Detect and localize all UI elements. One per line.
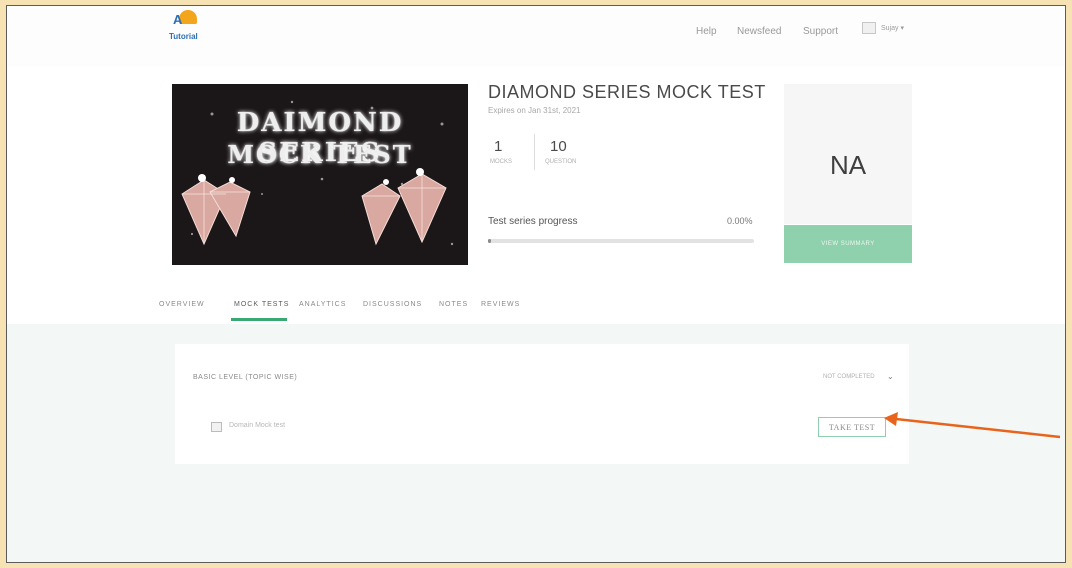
score-value: NA — [829, 150, 867, 180]
tab-mock-tests[interactable]: MOCK TESTS — [234, 301, 289, 308]
browser-frame: A Tutorial Help Newsfeed Support Sujay ▾ — [6, 5, 1066, 563]
progress-label: Test series progress — [488, 216, 578, 227]
avatar-icon[interactable] — [862, 22, 876, 34]
mocks-label: MOCKS — [490, 159, 513, 165]
chevron-down-icon: ▾ — [898, 25, 904, 32]
logo-text: Tutorial — [169, 32, 198, 41]
active-tab-indicator — [231, 318, 287, 321]
section-card: BASIC LEVEL (TOPIC WISE) NOT COMPLETED ⌄… — [175, 344, 909, 464]
view-summary-button[interactable]: VIEW SUMMARY — [784, 225, 912, 263]
nav-support-link[interactable]: Support — [803, 26, 838, 37]
questions-label: QUESTION — [545, 159, 577, 165]
questions-count: 10 — [550, 138, 567, 155]
course-title: DIAMOND SERIES MOCK TEST — [488, 82, 766, 102]
section-title: BASIC LEVEL (TOPIC WISE) — [193, 374, 298, 381]
progress-value: 0.00% — [727, 216, 753, 226]
mocks-count: 1 — [494, 138, 503, 155]
tab-notes[interactable]: NOTES — [439, 301, 468, 308]
broken-image-icon — [211, 422, 222, 432]
score-panel: NA — [784, 84, 912, 224]
chevron-down-icon[interactable]: ⌄ — [887, 372, 894, 381]
tab-reviews[interactable]: REVIEWS — [481, 301, 520, 308]
tab-overview[interactable]: OVERVIEW — [159, 301, 205, 308]
stat-divider — [534, 134, 535, 170]
user-name: Sujay — [881, 25, 899, 32]
progress-bar-fill — [488, 239, 491, 243]
progress-bar — [488, 239, 754, 243]
nav-newsfeed-link[interactable]: Newsfeed — [737, 26, 781, 37]
course-banner-image: DAIMOND SERIES MOCK TEST — [172, 84, 468, 265]
tab-discussions[interactable]: DISCUSSIONS — [363, 301, 422, 308]
course-expiry: Expires on Jan 31st, 2021 — [488, 106, 581, 115]
user-menu[interactable]: Sujay ▾ — [881, 24, 904, 32]
nav-help-link[interactable]: Help — [696, 26, 717, 37]
status-filter[interactable]: NOT COMPLETED — [823, 374, 875, 380]
top-header: A Tutorial Help Newsfeed Support Sujay ▾ — [7, 6, 1065, 66]
test-name[interactable]: Domain Mock test — [229, 422, 285, 429]
banner-title-line-2: MOCK TEST — [227, 140, 413, 169]
take-test-button[interactable]: TAKE TEST — [818, 417, 886, 437]
logo-letter: A — [173, 12, 183, 27]
tab-analytics[interactable]: ANALYTICS — [299, 301, 346, 308]
site-logo[interactable]: A Tutorial — [165, 8, 205, 46]
